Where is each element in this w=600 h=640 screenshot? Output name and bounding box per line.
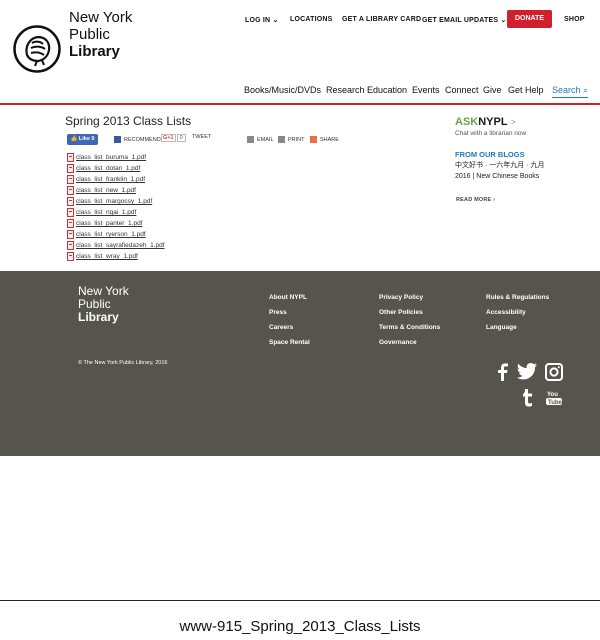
caption-divider	[0, 600, 600, 601]
tweet-button[interactable]: TWEET	[192, 134, 211, 140]
library-card-link[interactable]: GET A LIBRARY CARD	[342, 16, 421, 23]
pdf-file-icon	[67, 229, 74, 239]
pdf-file-link[interactable]: class_list_panter_1.pdf	[76, 220, 143, 227]
nav-connect[interactable]: Connect	[445, 85, 479, 95]
pdf-file-link[interactable]: class_list_ryerson_1.pdf	[76, 231, 146, 238]
footer-link[interactable]: Privacy Policy	[379, 290, 440, 305]
pdf-file-link[interactable]: class_list_margocsy_1.pdf	[76, 198, 152, 205]
locations-link[interactable]: LOCATIONS	[290, 16, 333, 23]
print-button[interactable]: PRINT	[278, 136, 305, 143]
footer-link[interactable]: Other Policies	[379, 305, 440, 320]
instagram-icon[interactable]	[545, 363, 563, 381]
pdf-file-icon	[67, 163, 74, 173]
pdf-file-icon	[67, 174, 74, 184]
blog-post-title[interactable]: 中文好书 · 一六年九月 · 九月 2016 | New Chinese Boo…	[455, 160, 545, 182]
footer-column-3: Rules & Regulations Accessibility Langua…	[486, 290, 549, 335]
nav-research[interactable]: Research	[326, 85, 365, 95]
thumbs-up-icon: 👍	[70, 136, 78, 142]
pdf-file-link[interactable]: class_list_new_1.pdf	[76, 187, 136, 194]
file-list-item: class_list_sayrafiedazeh_1.pdf	[67, 240, 165, 251]
shop-link[interactable]: SHOP	[564, 16, 585, 23]
pdf-file-link[interactable]: class_list_franklin_1.pdf	[76, 176, 145, 183]
page-title: Spring 2013 Class Lists	[65, 114, 192, 128]
screenshot-caption: www-915_Spring_2013_Class_Lists	[179, 618, 421, 635]
nav-education[interactable]: Education	[367, 85, 407, 95]
blogs-heading: FROM OUR BLOGS	[455, 150, 525, 159]
pdf-file-icon	[67, 152, 74, 162]
email-updates-link[interactable]: GET EMAIL UPDATES ⌄	[422, 16, 507, 24]
header-divider	[0, 103, 600, 105]
nav-books-music-dvds[interactable]: Books/Music/DVDs	[244, 85, 321, 95]
footer-link[interactable]: About NYPL	[269, 290, 310, 305]
pdf-file-link[interactable]: class_list_buruma_1.pdf	[76, 154, 146, 161]
envelope-icon	[247, 136, 254, 143]
nav-events[interactable]: Events	[412, 85, 440, 95]
file-list-item: class_list_ngai_1.pdf	[67, 207, 165, 218]
nypl-lion-logo-icon[interactable]	[13, 25, 61, 73]
ask-nypl-link[interactable]: ASKNYPL >	[455, 116, 516, 128]
pdf-file-link[interactable]: class_list_dotan_1.pdf	[76, 165, 140, 172]
ask-nypl-subtitle: Chat with a librarian now	[455, 130, 527, 137]
twitter-icon[interactable]	[517, 363, 537, 380]
file-list: class_list_buruma_1.pdf class_list_dotan_…	[67, 152, 165, 262]
file-list-item: class_list_new_1.pdf	[67, 185, 165, 196]
footer-column-1: About NYPL Press Careers Space Rental	[269, 290, 310, 350]
email-button[interactable]: EMAIL	[247, 136, 274, 143]
footer-link[interactable]: Rules & Regulations	[486, 290, 549, 305]
main-nav: Books/Music/DVDs Research Education Even…	[0, 85, 600, 99]
share-bar: 👍 Like 0 RECOMMEND G+1 0 TWEET EMAIL PRIN…	[66, 134, 366, 146]
file-list-item: class_list_panter_1.pdf	[67, 218, 165, 229]
file-list-item: class_list_franklin_1.pdf	[67, 174, 165, 185]
svg-text:You: You	[547, 392, 558, 398]
tumblr-icon[interactable]	[522, 389, 534, 407]
footer-link[interactable]: Terms & Conditions	[379, 320, 440, 335]
facebook-icon	[114, 136, 121, 143]
pdf-file-link[interactable]: class_list_ngai_1.pdf	[76, 209, 136, 216]
youtube-icon[interactable]: You Tube	[546, 390, 562, 406]
chevron-down-icon: ⌄	[272, 17, 279, 24]
footer-link[interactable]: Press	[269, 305, 310, 320]
pdf-file-icon	[67, 207, 74, 217]
search-icon: ⌕	[583, 85, 589, 95]
chevron-down-icon: ⌄	[500, 17, 507, 24]
search-link[interactable]: Search ⌕	[552, 85, 589, 98]
pdf-file-icon	[67, 218, 74, 228]
file-list-item: class_list_ryerson_1.pdf	[67, 229, 165, 240]
footer-link[interactable]: Space Rental	[269, 335, 310, 350]
file-list-item: class_list_buruma_1.pdf	[67, 152, 165, 163]
nav-get-help[interactable]: Get Help	[508, 85, 544, 95]
google-plus-button[interactable]: G+1 0	[161, 134, 186, 142]
login-link[interactable]: LOG IN ⌄	[245, 16, 279, 24]
pdf-file-icon	[67, 196, 74, 206]
pdf-file-icon	[67, 240, 74, 250]
pdf-file-icon	[67, 251, 74, 261]
read-more-link[interactable]: READ MORE ›	[456, 197, 495, 203]
footer-link[interactable]: Careers	[269, 320, 310, 335]
nav-give[interactable]: Give	[483, 85, 502, 95]
plus-share-icon	[310, 136, 317, 143]
copyright-text: © The New York Public Library, 2016	[78, 360, 168, 366]
file-list-item: class_list_wray_1.pdf	[67, 251, 165, 262]
pdf-file-link[interactable]: class_list_sayrafiedazeh_1.pdf	[76, 242, 165, 249]
printer-icon	[278, 136, 285, 143]
file-list-item: class_list_margocsy_1.pdf	[67, 196, 165, 207]
pdf-file-icon	[67, 185, 74, 195]
facebook-like-button[interactable]: 👍 Like 0	[67, 134, 98, 145]
donate-button[interactable]: DONATE	[507, 10, 552, 28]
share-button[interactable]: SHARE	[310, 136, 339, 143]
site-header: New York Public Library LOG IN ⌄ LOCATIO…	[0, 0, 600, 105]
footer-column-2: Privacy Policy Other Policies Terms & Co…	[379, 290, 440, 350]
pdf-file-link[interactable]: class_list_wray_1.pdf	[76, 253, 138, 260]
utility-nav: LOG IN ⌄ LOCATIONS GET A LIBRARY CARD GE…	[0, 10, 600, 30]
footer-link[interactable]: Accessibility	[486, 305, 549, 320]
file-list-item: class_list_dotan_1.pdf	[67, 163, 165, 174]
footer-link[interactable]: Governance	[379, 335, 440, 350]
footer-link[interactable]: Language	[486, 320, 549, 335]
site-footer: New York Public Library About NYPL Press…	[0, 271, 600, 456]
recommend-button[interactable]: RECOMMEND	[114, 136, 161, 143]
footer-wordmark[interactable]: New York Public Library	[78, 285, 129, 324]
facebook-icon[interactable]	[496, 363, 508, 381]
svg-text:Tube: Tube	[548, 400, 562, 406]
